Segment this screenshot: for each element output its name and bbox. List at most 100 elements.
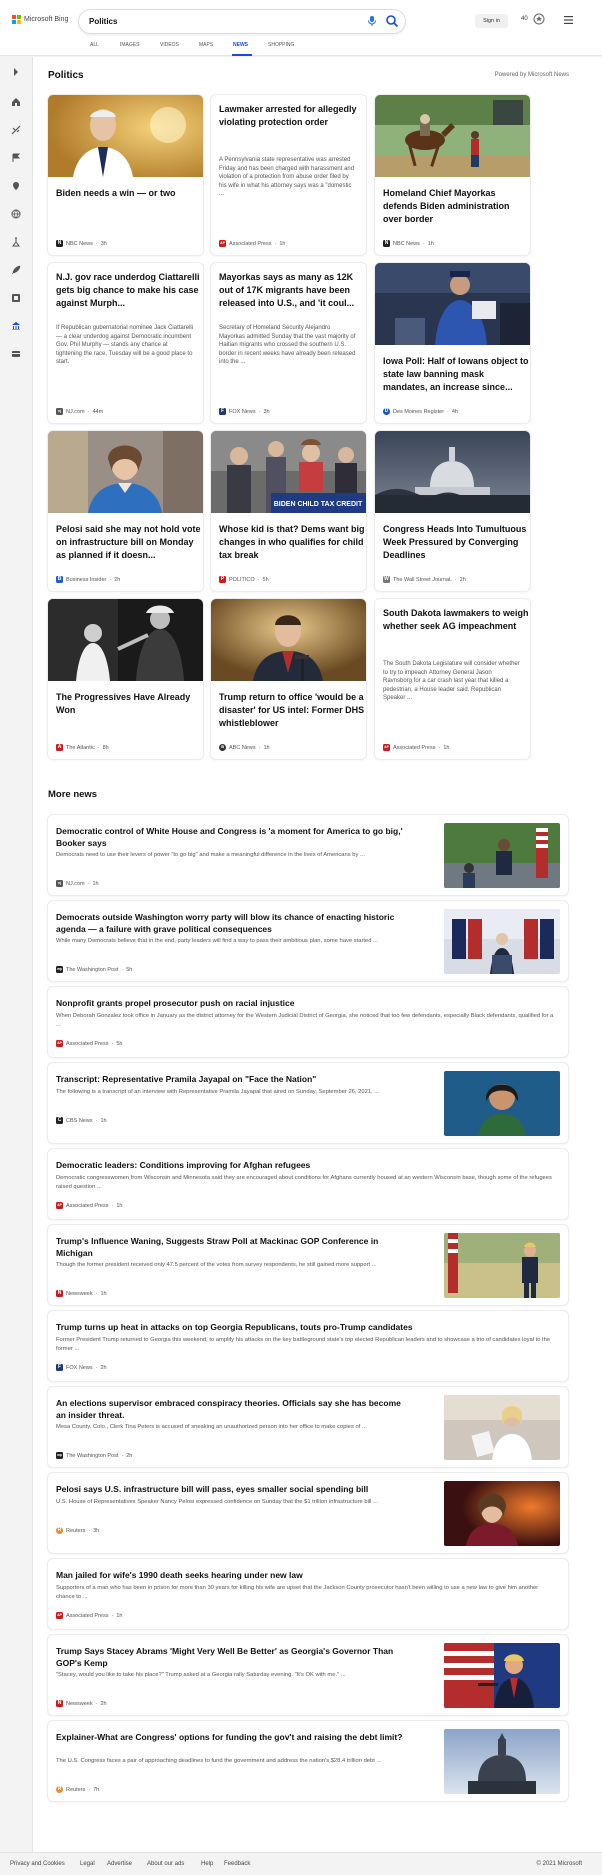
brand-name: Microsoft Bing	[24, 16, 69, 23]
money-icon[interactable]	[11, 349, 21, 359]
row-image-tina-peters	[444, 1395, 560, 1460]
tab-images[interactable]: IMAGES	[120, 42, 139, 48]
row-title[interactable]: Nonprofit grants propel prosecutor push …	[56, 997, 556, 1009]
row-title[interactable]: Democratic control of White House and Co…	[56, 825, 406, 849]
rocket-icon[interactable]	[11, 265, 21, 275]
card-title[interactable]: Iowa Poll: Half of Iowans object to stat…	[383, 355, 530, 394]
news-card[interactable]: Trump return to office 'would be a disas…	[211, 599, 366, 759]
card-source: F FOX News · 3h	[219, 408, 270, 415]
news-card[interactable]: Congress Heads Into Tumultuous Week Pres…	[375, 431, 530, 591]
news-row[interactable]: Transcript: Representative Pramila Jayap…	[48, 1063, 568, 1143]
home-icon[interactable]	[11, 97, 21, 107]
card-source: A The Atlantic · 8h	[56, 744, 109, 751]
row-title[interactable]: Explainer-What are Congress' options for…	[56, 1731, 406, 1743]
news-row[interactable]: Trump's Influence Waning, Suggests Straw…	[48, 1225, 568, 1305]
news-row[interactable]: Democratic leaders: Conditions improving…	[48, 1149, 568, 1219]
footer-link-about-ads[interactable]: About our ads	[147, 1861, 184, 1867]
source-logo-icon: N	[56, 1290, 63, 1297]
news-card[interactable]: Lawmaker arrested for allegedly violatin…	[211, 95, 366, 255]
card-source: N NBC News · 3h	[56, 240, 107, 247]
hamburger-menu-icon[interactable]	[564, 16, 573, 24]
footer-link-legal[interactable]: Legal	[80, 1861, 95, 1867]
powered-by: Powered by Microsoft News	[494, 72, 569, 78]
news-card[interactable]: Homeland Chief Mayorkas defends Biden ad…	[375, 95, 530, 255]
card-title[interactable]: Pelosi said she may not hold vote on inf…	[56, 523, 203, 562]
sports-icon[interactable]	[11, 125, 21, 135]
card-title[interactable]: Mayorkas says as many as 12K out of 17K …	[219, 271, 366, 310]
bing-logo[interactable]: Microsoft Bing	[12, 15, 68, 24]
tab-videos[interactable]: VIDEOS	[160, 42, 179, 48]
microsoft-logo-icon	[12, 15, 21, 24]
news-card[interactable]: N.J. gov race underdog Ciattarelli gets …	[48, 263, 203, 423]
science-icon[interactable]	[11, 237, 21, 247]
row-image-jayapal	[444, 1071, 560, 1136]
sign-in-button[interactable]: Sign in	[475, 14, 508, 28]
news-card[interactable]: South Dakota lawmakers to weigh whether …	[375, 599, 530, 759]
row-title[interactable]: Trump turns up heat in attacks on top Ge…	[56, 1321, 556, 1333]
footer-link-advertise[interactable]: Advertise	[107, 1861, 132, 1867]
source-logo-icon: N	[56, 1700, 63, 1707]
card-title[interactable]: South Dakota lawmakers to weigh whether …	[383, 607, 530, 633]
news-row[interactable]: Democrats outside Washington worry party…	[48, 901, 568, 981]
active-tab-indicator	[232, 54, 252, 56]
row-title[interactable]: Democratic leaders: Conditions improving…	[56, 1159, 556, 1171]
row-title[interactable]: An elections supervisor embraced conspir…	[56, 1397, 406, 1421]
news-row[interactable]: Trump Says Stacey Abrams 'Might Very Wel…	[48, 1635, 568, 1715]
news-row[interactable]: Explainer-What are Congress' options for…	[48, 1721, 568, 1801]
row-title[interactable]: Transcript: Representative Pramila Jayap…	[56, 1073, 406, 1085]
news-card[interactable]: Mayorkas says as many as 12K out of 17K …	[211, 263, 366, 423]
row-description: The U.S. Congress faces a pair of approa…	[56, 1758, 382, 1764]
card-title[interactable]: Homeland Chief Mayorkas defends Biden ad…	[383, 187, 530, 226]
tab-maps[interactable]: MAPS	[199, 42, 213, 48]
search-input[interactable]	[89, 14, 339, 29]
card-source: N NBC News · 1h	[383, 240, 434, 247]
entertainment-icon[interactable]	[11, 293, 21, 303]
news-row[interactable]: Nonprofit grants propel prosecutor push …	[48, 987, 568, 1057]
row-image-capitol-dome	[444, 1729, 560, 1794]
row-title[interactable]: Man jailed for wife's 1990 death seeks h…	[56, 1569, 556, 1581]
card-title[interactable]: The Progressives Have Already Won	[56, 691, 203, 717]
news-card[interactable]: Biden needs a win — or two N NBC News · 3h	[48, 95, 203, 255]
card-title[interactable]: Trump return to office 'would be a disas…	[219, 691, 366, 730]
tab-shopping[interactable]: SHOPPING	[268, 42, 294, 48]
flag-icon[interactable]	[11, 153, 21, 163]
row-title[interactable]: Democrats outside Washington worry party…	[56, 911, 406, 935]
news-row[interactable]: Pelosi says U.S. infrastructure bill wil…	[48, 1473, 568, 1553]
row-title[interactable]: Trump Says Stacey Abrams 'Might Very Wel…	[56, 1645, 406, 1669]
tab-all[interactable]: ALL	[90, 42, 99, 48]
tab-news[interactable]: NEWS	[233, 42, 248, 48]
card-title[interactable]: N.J. gov race underdog Ciattarelli gets …	[56, 271, 203, 310]
expand-icon[interactable]	[11, 67, 21, 77]
microphone-icon[interactable]	[367, 15, 377, 27]
news-row[interactable]: Democratic control of White House and Co…	[48, 815, 568, 895]
location-icon[interactable]	[11, 181, 21, 191]
card-title[interactable]: Lawmaker arrested for allegedly violatin…	[219, 103, 366, 129]
card-title[interactable]: Congress Heads Into Tumultuous Week Pres…	[383, 523, 530, 562]
news-row[interactable]: Man jailed for wife's 1990 death seeks h…	[48, 1559, 568, 1629]
footer-link-privacy[interactable]: Privacy and Cookies	[10, 1861, 65, 1867]
card-title[interactable]: Biden needs a win — or two	[56, 187, 176, 200]
source-logo-icon: a	[219, 744, 226, 751]
news-card[interactable]: Pelosi said she may not hold vote on inf…	[48, 431, 203, 591]
card-image-iowa-poll	[375, 263, 530, 345]
globe-icon[interactable]	[11, 209, 21, 219]
source-logo-icon: AP	[56, 1202, 63, 1209]
source-logo-icon: N	[56, 240, 63, 247]
news-card[interactable]: The Progressives Have Already Won A The A…	[48, 599, 203, 759]
news-card[interactable]: Iowa Poll: Half of Iowans object to stat…	[375, 263, 530, 423]
source-logo-icon: nj	[56, 408, 63, 415]
card-title[interactable]: Whose kid is that? Dems want big changes…	[219, 523, 366, 562]
row-title[interactable]: Pelosi says U.S. infrastructure bill wil…	[56, 1483, 406, 1495]
footer-link-help[interactable]: Help	[201, 1861, 213, 1867]
row-title[interactable]: Trump's Influence Waning, Suggests Straw…	[56, 1235, 406, 1259]
news-row[interactable]: Trump turns up heat in attacks on top Ge…	[48, 1311, 568, 1381]
politics-icon[interactable]	[11, 321, 21, 331]
search-icon[interactable]	[385, 14, 399, 28]
card-source: D Des Moines Register · 4h	[383, 408, 459, 415]
news-row[interactable]: An elections supervisor embraced conspir…	[48, 1387, 568, 1467]
footer-link-feedback[interactable]: Feedback	[224, 1861, 250, 1867]
rewards-count[interactable]: 40	[521, 16, 528, 22]
more-news-heading: More news	[48, 789, 98, 800]
rewards-icon[interactable]	[533, 12, 545, 26]
news-card[interactable]: BIDEN CHILD TAX CREDIT Whose kid is that…	[211, 431, 366, 591]
